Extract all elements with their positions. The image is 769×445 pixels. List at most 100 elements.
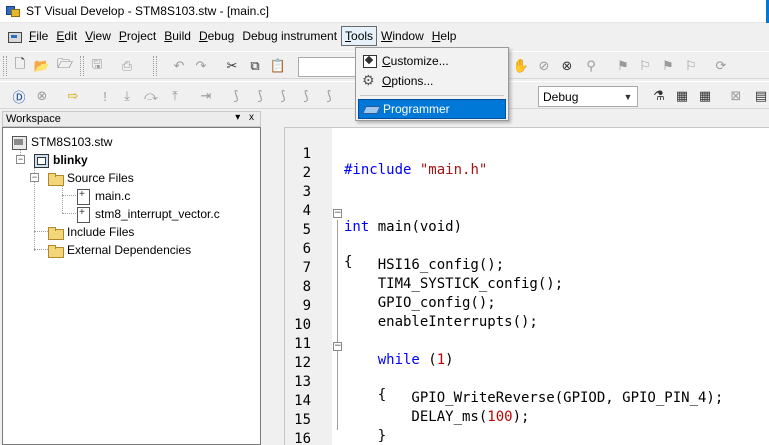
menu-help[interactable]: Help: [428, 26, 461, 46]
code-line: 5 − {: [302, 208, 353, 271]
step-over-icon[interactable]: ⤼: [142, 87, 160, 105]
workspace-controls[interactable]: ▾ x: [235, 112, 257, 123]
menu-item-options[interactable]: Options...: [358, 71, 506, 91]
code-editor[interactable]: 1 #include "main.h" 2 3 4 int main(void)…: [284, 127, 769, 445]
break-icon[interactable]: !: [96, 87, 114, 105]
code-line: 2: [302, 165, 311, 181]
system-menu-icon[interactable]: [8, 30, 22, 43]
tree-item-external-dependencies[interactable]: External Dependencies: [47, 241, 191, 259]
code-line: 9 enableInterrupts();: [302, 298, 538, 330]
options-gear-icon: [362, 72, 378, 89]
build-config-combo[interactable]: Debug ▼: [538, 86, 638, 107]
paste-icon[interactable]: 📋: [269, 57, 287, 75]
rebuild-icon[interactable]: ▦: [696, 87, 714, 105]
code-line: 14 DELAY_ms(100);: [294, 393, 530, 425]
step-icon[interactable]: ⚲: [582, 57, 600, 75]
debug-start-icon[interactable]: Ⓓ: [10, 87, 28, 105]
cut-icon[interactable]: ✂: [223, 57, 241, 75]
code-line: 6 HSI16_config();: [302, 241, 505, 273]
menu-project[interactable]: Project: [115, 26, 160, 46]
workspace-header: Workspace ▾ x: [2, 111, 261, 127]
run-arrow-icon[interactable]: ⇨: [64, 87, 82, 105]
tree-line: [62, 195, 76, 196]
open-folder-icon[interactable]: 📂: [33, 57, 51, 75]
menu-debug-instrument[interactable]: Debug instrument: [238, 26, 341, 46]
code-line: 16 }: [294, 431, 311, 445]
panel-splitter[interactable]: [262, 111, 270, 445]
tree-line: [62, 183, 63, 213]
bookmark-next-icon[interactable]: ⚐: [636, 57, 654, 75]
bookmark-clear-icon[interactable]: ⚐: [682, 57, 700, 75]
stop-hand-icon[interactable]: ✋: [512, 57, 530, 75]
folder-icon: [47, 243, 64, 258]
undo-icon[interactable]: ↶: [170, 57, 188, 75]
tree-item-file[interactable]: stm8_interrupt_vector.c: [75, 205, 220, 223]
menu-separator: [360, 95, 504, 96]
tree-item-include-files[interactable]: Include Files: [47, 223, 134, 241]
instr-run-icon[interactable]: ⟆: [320, 87, 338, 105]
toolbar-separator: [153, 56, 157, 76]
tree-line: [62, 213, 76, 214]
bookmark-icon[interactable]: ⚑: [614, 57, 632, 75]
menu-item-customize[interactable]: Customize...: [358, 51, 506, 71]
breakpoint-icon[interactable]: ⊘: [535, 57, 553, 75]
print-icon[interactable]: ⎙: [118, 57, 136, 75]
code-line: 10: [294, 317, 311, 333]
workspace-tree: STM8S103.stw − blinky − Source Files mai…: [2, 127, 261, 445]
debug-stop-icon[interactable]: ⊗: [33, 87, 51, 105]
code-line: 7 TIM4_SYSTICK_config();: [302, 260, 564, 292]
code-line: 3: [302, 184, 311, 200]
tree-item-source-files[interactable]: Source Files: [47, 169, 134, 187]
collapse-source-icon[interactable]: −: [30, 173, 39, 182]
menu-build[interactable]: Build: [160, 26, 195, 46]
app-icon: [6, 4, 20, 18]
folder-icon: [47, 171, 64, 186]
run-to-icon[interactable]: ⊗: [558, 57, 576, 75]
copy-icon[interactable]: ⧉: [246, 57, 264, 75]
instr-step-icon[interactable]: ⟆: [227, 87, 245, 105]
tree-item-project[interactable]: blinky: [33, 151, 88, 169]
menu-file[interactable]: File: [25, 26, 52, 46]
refresh-icon[interactable]: ⟳: [712, 57, 730, 75]
menu-edit[interactable]: Edit: [52, 26, 81, 46]
chevron-down-icon[interactable]: ▼: [620, 88, 636, 105]
open-workspace-icon[interactable]: 🗁: [56, 56, 74, 75]
save-icon[interactable]: 🖫: [88, 56, 106, 75]
workspace-icon: [11, 135, 27, 150]
run-to-cursor-icon[interactable]: ⇥: [197, 87, 215, 105]
code-line: 13 GPIO_WriteReverse(GPIOD, GPIO_PIN_4);: [294, 374, 724, 406]
folder-icon: [47, 225, 64, 240]
collapse-project-icon[interactable]: −: [16, 155, 25, 164]
menu-item-programmer[interactable]: Programmer: [358, 99, 506, 119]
step-out-icon[interactable]: ⤒: [166, 87, 184, 105]
compile-icon[interactable]: ⚗: [650, 87, 668, 105]
instr-over-icon[interactable]: ⟆: [274, 87, 292, 105]
menu-debug[interactable]: Debug: [195, 26, 238, 46]
fold-collapse-icon[interactable]: −: [333, 342, 342, 351]
find-combo[interactable]: [298, 57, 358, 77]
programmer-icon: [363, 102, 379, 116]
stop-build-icon[interactable]: ⊠: [727, 87, 745, 105]
code-line: 15 }: [294, 412, 387, 444]
menu-view[interactable]: View: [81, 26, 115, 46]
fold-collapse-icon[interactable]: −: [333, 209, 342, 218]
clean-icon[interactable]: ▤: [752, 87, 769, 105]
step-into-icon[interactable]: ⤓: [118, 87, 136, 105]
instr-out-icon[interactable]: ⟆: [297, 87, 315, 105]
c-file-icon: [75, 207, 91, 223]
tree-item-workspace[interactable]: STM8S103.stw: [11, 133, 112, 151]
menu-tools[interactable]: Tools: [341, 26, 378, 46]
title-bar: ST Visual Develop - STM8S103.stw - [main…: [0, 0, 769, 23]
toolbar-gripper[interactable]: [3, 56, 7, 76]
code-line: 4 int main(void): [302, 203, 463, 235]
instr-into-icon[interactable]: ⟆: [251, 87, 269, 105]
menu-bar: File Edit View Project Build Debug Debug…: [0, 23, 769, 49]
tree-item-file[interactable]: main.c: [75, 187, 130, 205]
bookmark-prev-icon[interactable]: ⚑: [659, 57, 677, 75]
new-file-icon[interactable]: 🗋: [11, 56, 29, 75]
editor-pane: 1 #include "main.h" 2 3 4 int main(void)…: [270, 111, 769, 445]
redo-icon[interactable]: ↷: [192, 57, 210, 75]
build-icon[interactable]: ▦: [673, 87, 691, 105]
code-line: 1 #include "main.h": [302, 146, 488, 178]
menu-window[interactable]: Window: [377, 26, 428, 46]
